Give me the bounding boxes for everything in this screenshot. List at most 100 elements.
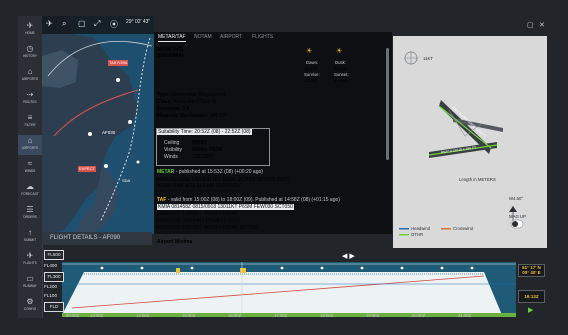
nav-item-label: HISTORY [22, 54, 38, 58]
fl-box-300[interactable]: FL300 [44, 272, 64, 282]
time-tick: 21:00Z [458, 313, 472, 318]
airport-icon: ⌂ [27, 67, 33, 76]
plane-tool-icon[interactable]: ✈ [46, 19, 53, 28]
nav-item-routes[interactable]: ⇢ ROUTES [18, 89, 42, 109]
magdec-value: W4.60° [210, 113, 227, 119]
elevation-value: 9 ft [182, 106, 190, 112]
ceiling-value: 9999ft [192, 140, 207, 146]
play-icon[interactable]: ▶ [528, 306, 533, 314]
fl-box-fld[interactable]: FLD [44, 302, 64, 312]
nav-item-label: WINDS [24, 169, 36, 173]
fl-label-100: FL100 [44, 293, 58, 298]
nav-item-label: SUBMIT [23, 238, 37, 242]
winds-value: 130/11KT [192, 154, 214, 160]
aircraft-position: 51° 17' N 00° 40' E [518, 264, 545, 277]
flight-details-header[interactable]: FLIGHT DETAILS - AF090 [42, 232, 152, 245]
left-nav: ✈ HOME ◷ HISTORY ⌂ AIRPORTS ⇢ ROUTES ≡ FILTER ⌂ AIR… [18, 16, 43, 318]
map-graphic [42, 16, 154, 234]
nav-item-history[interactable]: ◷ HISTORY [18, 43, 42, 63]
time-tick: 16:00Z [228, 313, 242, 318]
metar-head: METAR [157, 169, 175, 175]
fl-box-500[interactable]: FL500 [44, 250, 64, 260]
airport-icon: ⌂ [27, 136, 33, 145]
nav-item-runway[interactable]: ▭ RUNWAY [18, 273, 42, 293]
vertical-profile[interactable] [62, 262, 516, 315]
time-tick: 14:00Z [136, 313, 150, 318]
nav-item-airports[interactable]: ⌂ AIRPORTS [18, 66, 42, 86]
airport-code: (KMIA/MIA) [157, 53, 184, 59]
nav-item-label: FILTER [24, 123, 36, 127]
nav-item-flights[interactable]: ✈ FLIGHTS [18, 250, 42, 270]
time-tick: 13:00Z [90, 313, 104, 318]
ruler-icon[interactable]: ⦿ [110, 19, 118, 30]
nav-item-airports[interactable]: ⌂ AIRPORTS [18, 135, 42, 155]
class-value: Adequate (Class 3) [173, 99, 216, 105]
dusk-icon: ☀ [336, 48, 343, 55]
legend-other: OTHR [411, 232, 424, 237]
mag-up-label: MAG UP [509, 214, 526, 219]
nav-item-forecast[interactable]: ☁ FORECAST [18, 181, 42, 201]
route-icon: ⇢ [26, 90, 34, 99]
taf-line-3: FM090500 VRB04KT P6SM FEW040 [157, 218, 241, 224]
ceiling-label: Ceiling [164, 140, 180, 146]
orders-icon: ☰ [26, 205, 34, 214]
nav-item-winds[interactable]: ≈ WINDS [18, 158, 42, 178]
taf-line-1: KMIA 081458Z 0815/0918 13011KT P6SM FEW0… [157, 204, 294, 210]
tab-metar-taf[interactable]: METAR/TAF [158, 34, 186, 42]
tab-airport[interactable]: AIRPORT [220, 34, 242, 40]
panel-scrollbar[interactable] [386, 48, 389, 160]
airport-diagram[interactable]: 11KT RWY 8L/26R 10506 x 200 FT RWY 9 130… [393, 36, 547, 248]
class-label: Class: [157, 99, 173, 105]
suitability-title: Suitability Time: 20:52Z (08) - 22:52Z (… [157, 129, 252, 135]
legend-crosswind: Crosswind [453, 226, 474, 231]
sunset-time: 23:56Z [334, 78, 348, 83]
legend-headwind: Headwind [411, 226, 431, 231]
nav-item-filter[interactable]: ≡ FILTER [18, 112, 42, 132]
tab-flights[interactable]: FLIGHTS [252, 34, 273, 40]
nav-item-orders[interactable]: ☰ ORDERS [18, 204, 42, 224]
wind-icon: ≈ [27, 159, 33, 168]
winds-label: Winds [164, 154, 178, 160]
dawn-icon: ☀ [306, 48, 313, 55]
submit-icon: ↑ [28, 228, 32, 237]
filter-icon: ≡ [27, 113, 33, 122]
zoom-icon[interactable]: ⌕ [62, 19, 66, 29]
clock-icon: ◷ [26, 44, 34, 53]
nav-item-submit[interactable]: ↑ SUBMIT [18, 227, 42, 247]
map-panel[interactable]: TAKY/39A AF030 EXPECT SDA [42, 16, 154, 234]
gear-icon: ⚙ [26, 297, 34, 306]
map-label-af: AF030 [102, 130, 116, 135]
nav-item-label: FLIGHTS [23, 261, 37, 265]
tab-notam[interactable]: NOTAM [194, 34, 212, 40]
taf-line-2: FM090300 13008KT P6SM FEW040 [157, 211, 239, 217]
profile-nav-arrows[interactable]: ◀ ▶ [342, 252, 355, 260]
declination-label: W4.60° [509, 196, 524, 201]
layers-icon[interactable]: ▢ [78, 19, 86, 28]
taf-line-4: FM091500 16010KT P6SM FEW040 SCT060 [157, 225, 259, 231]
nav-item-config[interactable]: ⚙ CONFIG [18, 296, 42, 316]
magdec-label: Magnetic Declination: [157, 113, 209, 119]
metar-line-2: A2995 RMK AO2 SLP142 T02940217 [157, 183, 241, 189]
visibility-label: Visibility [164, 147, 182, 153]
flights-icon: ✈ [26, 251, 34, 260]
visibility-value: 9600m P6SM [192, 147, 223, 153]
nav-item-label: CONFIG [23, 307, 37, 311]
time-tick: 20:00Z [412, 313, 426, 318]
map-label-expect: EXPECT [78, 166, 97, 172]
close-icon[interactable]: ✕ [539, 21, 545, 29]
forecast-icon: ☁ [26, 182, 34, 191]
nav-item-home[interactable]: ✈ HOME [18, 20, 42, 40]
nav-item-label: AIRPORTS [21, 146, 39, 150]
length-units-label: Length in METERS [459, 177, 496, 182]
runway-icon: ▭ [26, 274, 34, 283]
time-tick: 18:00Z [320, 313, 334, 318]
nav-item-label: ORDERS [23, 215, 37, 219]
metar-info: - published at 15:53Z (08) (+00:20 ago) [174, 169, 263, 175]
profile-graphic [62, 262, 516, 315]
nav-item-label: RUNWAY [23, 284, 37, 288]
sunrise-time: 10:38Z [304, 78, 318, 83]
nav-item-label: FORECAST [21, 192, 39, 196]
expand-icon[interactable]: ⤢ [94, 19, 100, 29]
maximize-icon[interactable]: ▢ [527, 21, 534, 29]
fl-label-400: FL400 [44, 263, 58, 268]
